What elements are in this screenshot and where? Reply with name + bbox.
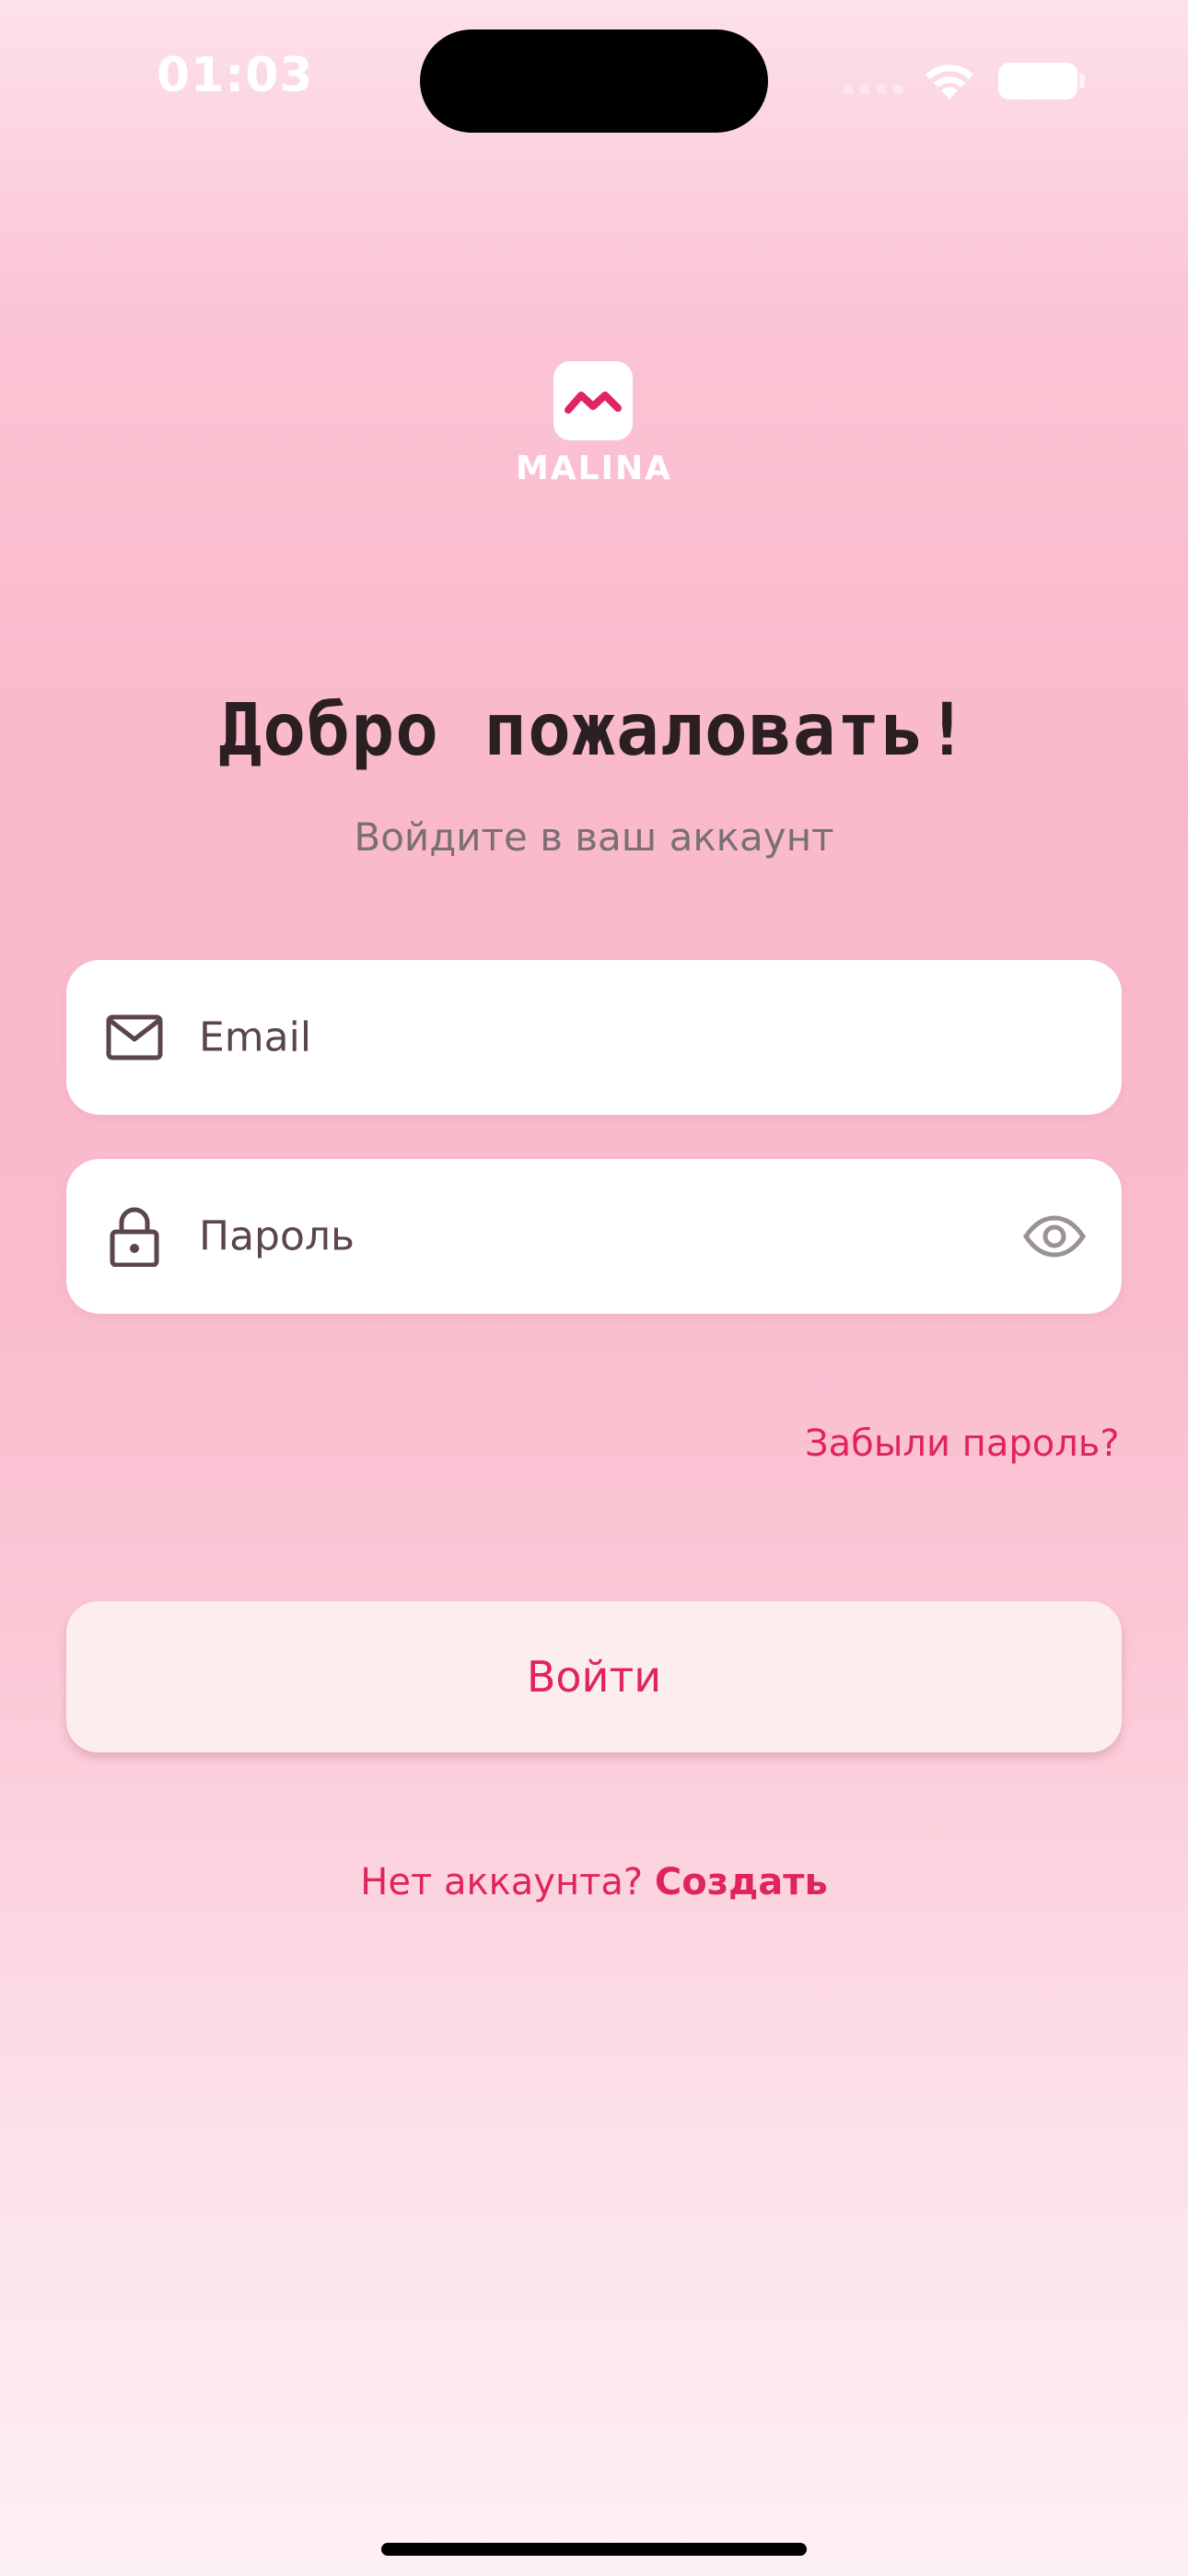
signup-prompt-text: Нет аккаунта?	[360, 1861, 644, 1903]
eye-icon[interactable]	[1022, 1215, 1087, 1258]
wifi-icon	[926, 64, 973, 100]
create-account-link[interactable]: Создать	[655, 1861, 828, 1903]
password-field[interactable]	[66, 1159, 1122, 1314]
battery-cap	[1079, 74, 1085, 88]
login-button-label: Войти	[526, 1652, 662, 1702]
page-title: Добро пожаловать!	[218, 689, 970, 772]
email-input[interactable]	[199, 1013, 1009, 1061]
page-subtitle: Войдите в ваш аккаунт	[354, 814, 834, 860]
password-input[interactable]	[199, 1212, 1009, 1260]
forgot-password-link[interactable]: Забыли пароль?	[805, 1423, 1120, 1465]
cellular-signal-icon	[844, 85, 903, 94]
battery-icon	[998, 63, 1077, 100]
signup-prompt: Нет аккаунта? Создать	[0, 1861, 1188, 1903]
malina-logo-icon	[553, 361, 633, 440]
dynamic-island	[420, 29, 768, 133]
login-button[interactable]: Войти	[66, 1601, 1122, 1752]
brand-name: MALINA	[515, 450, 672, 487]
email-field[interactable]	[66, 960, 1122, 1115]
home-indicator[interactable]	[381, 2543, 807, 2556]
mail-icon	[106, 1014, 163, 1060]
status-time: 01:03	[157, 48, 314, 103]
lock-icon	[110, 1207, 159, 1267]
